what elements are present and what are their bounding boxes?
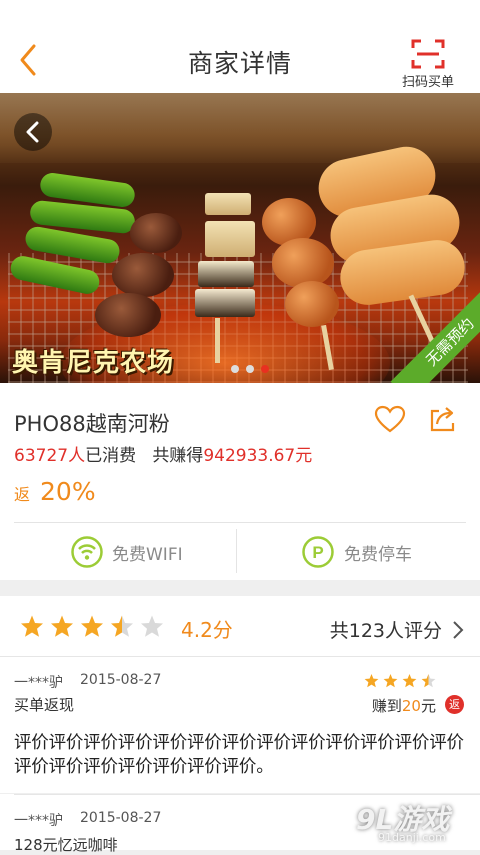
earned-total: 942933.67元 [203,446,313,466]
amenity-parking: P 免费停车 [240,523,466,580]
shop-info-card: PHO88越南河粉 63727人已消费 共赚得942933.67元 返 20% 免… [0,383,480,580]
rebate-label: 返 [14,485,31,504]
earned-label: 共赚得 [152,446,204,466]
review-user: 一***驴 [14,675,63,691]
app-header: 商家详情 扫码买单 [0,0,480,93]
share-icon [430,407,455,432]
rating-summary[interactable]: 4.2分 共123人评分 [0,596,480,657]
heart-icon [374,405,406,433]
slide-dot[interactable] [231,365,239,373]
consumer-suffix: 已消费 [85,446,137,466]
shop-name: PHO88越南河粉 [14,412,170,436]
star-rating-icon [364,674,436,688]
svg-text:P: P [312,543,323,562]
rebate-value: 20% [40,477,96,506]
amenity-wifi-label: 免费WIFI [112,545,183,565]
chevron-right-icon [453,621,464,639]
banner-back-button[interactable] [14,113,52,151]
rating-score: 4.2分 [181,618,233,642]
review-date: 2015-08-27 [80,810,162,826]
site-watermark: 9L游戏 91danji.com [356,798,466,846]
slide-indicator[interactable] [231,358,276,377]
review-item[interactable]: 一***驴 2015-08-27 买单返现 赚到20元 返 评价评价评价评价评价… [0,657,480,793]
wifi-icon [71,536,103,568]
review-date: 2015-08-27 [80,672,162,688]
favorite-button[interactable] [374,405,406,437]
slide-dot[interactable] [246,365,254,373]
scan-pay-button[interactable]: 扫码买单 [396,38,460,90]
review-type: 买单返现 [14,696,75,714]
watermark-url: 91danji.com [378,831,446,844]
parking-icon: P [302,536,334,568]
rebate-badge: 返 [445,695,464,714]
scan-icon [411,39,445,69]
banner-overlay-title: 奥肯尼克农场 [12,348,175,378]
amenity-parking-label: 免费停车 [344,545,412,565]
review-earned: 赚到20元 [371,697,436,715]
star-rating-icon [21,615,163,637]
share-button[interactable] [428,405,458,437]
shop-stats: 63727人已消费 共赚得942933.67元 [14,441,312,466]
review-user: 一***驴 [14,813,63,829]
shop-photo-banner[interactable]: 奥肯尼克农场 无需预约 [0,93,480,383]
scan-pay-label: 扫码买单 [401,75,454,90]
review-stars [364,673,442,693]
rating-count: 共123人评分 [329,620,442,642]
review-text: 评价评价评价评价评价评价评价评价评价评价评价评价评价评价评价评价评价评价评价评价… [14,733,464,777]
review-type: 128元忆远咖啡 [14,836,118,854]
amenity-wifi: 免费WIFI [0,523,226,580]
consumer-count: 63727人 [14,446,86,466]
chevron-left-icon [26,121,39,143]
slide-dot-active[interactable] [261,365,269,373]
rating-stars [20,614,170,644]
rebate-info: 返 20% [14,477,96,506]
